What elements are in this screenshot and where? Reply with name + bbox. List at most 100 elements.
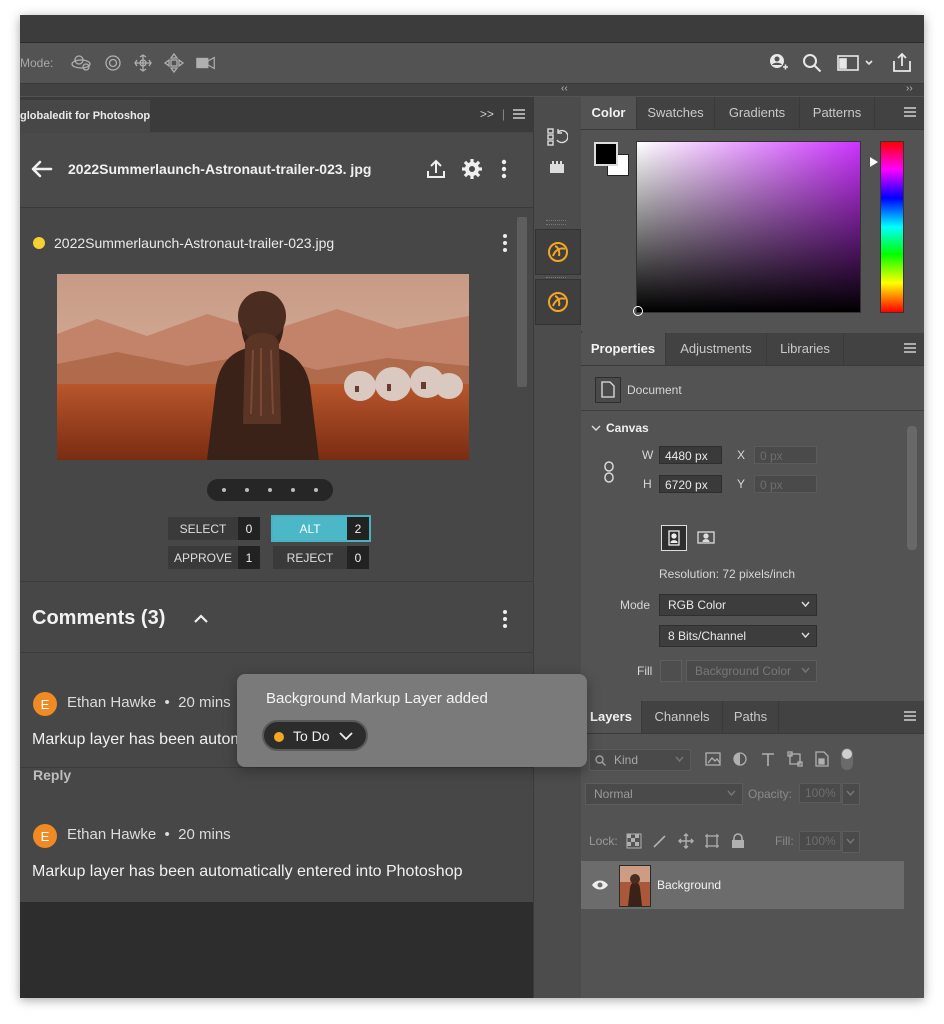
collapse-chevron-icon[interactable] xyxy=(193,611,209,627)
lock-artboard-icon[interactable] xyxy=(704,833,720,849)
width-field[interactable]: 4480 px xyxy=(659,446,722,464)
link-dimensions-icon[interactable] xyxy=(603,461,615,483)
layer-fill-dropdown[interactable] xyxy=(842,831,860,853)
filter-adjustment-icon[interactable] xyxy=(733,752,747,766)
tab-adjustments[interactable]: Adjustments xyxy=(666,333,767,365)
filter-smart-object-icon[interactable] xyxy=(815,751,829,767)
section-chevron-icon[interactable] xyxy=(591,424,601,432)
back-arrow-icon[interactable] xyxy=(30,157,54,181)
foreground-color-swatch[interactable] xyxy=(594,142,618,166)
opacity-field[interactable]: 100% xyxy=(799,783,841,803)
globaledit-dock-button[interactable] xyxy=(535,229,581,275)
panel-expand-icon[interactable]: >> xyxy=(480,107,494,121)
tab-patterns[interactable]: Patterns xyxy=(800,97,875,129)
panel-menu-icon[interactable] xyxy=(904,711,916,721)
landscape-orientation-button[interactable] xyxy=(693,525,719,551)
y-field[interactable]: 0 px xyxy=(754,475,817,493)
panel-collapse-strip: ‹‹ ›› xyxy=(20,83,924,96)
asset-more-icon[interactable] xyxy=(498,231,512,255)
filter-pixel-icon[interactable] xyxy=(705,752,721,766)
vote-approve-button[interactable]: APPROVE 1 xyxy=(168,546,260,569)
comments-more-icon[interactable] xyxy=(498,608,512,630)
tab-globaledit[interactable]: globaledit for Photoshop xyxy=(20,100,150,132)
filter-type-icon[interactable] xyxy=(760,751,776,767)
tab-layers[interactable]: Layers xyxy=(581,701,642,733)
fill-swatch[interactable] xyxy=(660,660,682,682)
roll-3d-icon[interactable] xyxy=(102,52,124,74)
image-pager[interactable] xyxy=(207,479,333,501)
panel-menu-icon[interactable] xyxy=(904,107,916,117)
bit-depth-select[interactable]: 8 Bits/Channel xyxy=(659,625,817,647)
hue-slider-marker[interactable] xyxy=(870,157,878,167)
gear-icon[interactable] xyxy=(460,157,484,181)
panel-menu-icon[interactable] xyxy=(513,109,525,119)
globaledit-dock-button-2[interactable] xyxy=(535,279,581,325)
vote-alt-button[interactable]: ALT 2 xyxy=(271,515,371,542)
lock-position-icon[interactable] xyxy=(678,833,694,849)
status-dropdown[interactable]: To Do xyxy=(262,720,368,751)
pan-3d-icon[interactable] xyxy=(132,52,154,74)
more-options-icon[interactable] xyxy=(492,157,516,181)
pager-dot[interactable] xyxy=(222,488,226,492)
pager-dot[interactable] xyxy=(245,488,249,492)
properties-scrollbar[interactable] xyxy=(907,426,917,550)
color-panel: Color Swatches Gradients Patterns xyxy=(581,97,924,331)
search-icon[interactable] xyxy=(800,51,824,75)
user-search-icon[interactable] xyxy=(766,51,790,75)
asset-thumbnail[interactable] xyxy=(57,274,469,460)
lock-transparent-icon[interactable] xyxy=(626,833,642,849)
pager-dot[interactable] xyxy=(291,488,295,492)
layer-thumbnail xyxy=(619,865,651,907)
color-mode-select[interactable]: RGB Color xyxy=(659,594,817,616)
fill-select[interactable]: Background Color xyxy=(686,660,817,682)
asset-scrollbar[interactable] xyxy=(517,217,527,387)
share-icon[interactable] xyxy=(890,51,914,75)
lock-pixels-icon[interactable] xyxy=(652,833,668,849)
opacity-dropdown[interactable] xyxy=(842,783,860,805)
tab-swatches[interactable]: Swatches xyxy=(637,97,715,129)
avatar: E xyxy=(33,824,57,848)
vote-reject-button[interactable]: REJECT 0 xyxy=(273,546,369,569)
height-field[interactable]: 6720 px xyxy=(659,475,722,493)
tab-gradients[interactable]: Gradients xyxy=(715,97,800,129)
upload-icon[interactable] xyxy=(424,157,448,181)
reply-link[interactable]: Reply xyxy=(33,767,71,783)
filter-kind-select[interactable]: Kind xyxy=(589,749,691,771)
tab-paths[interactable]: Paths xyxy=(723,701,779,733)
pager-dot[interactable] xyxy=(314,488,318,492)
tab-channels[interactable]: Channels xyxy=(642,701,723,733)
color-picker-cursor[interactable] xyxy=(633,306,643,316)
filter-shape-icon[interactable] xyxy=(787,751,803,767)
dock-grip[interactable] xyxy=(546,220,566,225)
hue-slider[interactable] xyxy=(880,141,904,313)
color-field[interactable] xyxy=(633,141,861,316)
blend-mode-select[interactable]: Normal xyxy=(585,783,743,805)
tab-libraries[interactable]: Libraries xyxy=(767,333,844,365)
workspace-icon[interactable] xyxy=(835,51,875,75)
expand-panels-icon[interactable]: ›› xyxy=(906,83,913,94)
history-icon[interactable] xyxy=(545,125,569,149)
lock-all-icon[interactable] xyxy=(731,833,745,849)
canvas-section-title[interactable]: Canvas xyxy=(606,421,649,435)
layer-row[interactable]: Background xyxy=(581,861,904,909)
x-field[interactable]: 0 px xyxy=(754,446,817,464)
tab-color[interactable]: Color xyxy=(581,97,637,129)
title-bar xyxy=(20,15,924,43)
pager-dot[interactable] xyxy=(268,488,272,492)
status-dot xyxy=(274,732,284,742)
layer-fill-field[interactable]: 100% xyxy=(799,831,841,851)
visibility-eye-icon[interactable] xyxy=(591,879,609,891)
camera-3d-icon[interactable] xyxy=(195,52,217,74)
artboard-icon[interactable] xyxy=(545,155,569,179)
portrait-orientation-button[interactable] xyxy=(661,525,687,551)
vote-select-button[interactable]: SELECT 0 xyxy=(168,517,260,540)
collapse-panels-icon[interactable]: ‹‹ xyxy=(561,83,568,94)
filter-toggle[interactable] xyxy=(841,748,853,770)
tab-properties[interactable]: Properties xyxy=(581,333,666,365)
slide-3d-icon[interactable] xyxy=(163,52,185,74)
fill-label: Fill: xyxy=(775,834,794,848)
document-label: Document xyxy=(627,383,682,397)
orbit-3d-icon[interactable] xyxy=(70,52,92,74)
panel-menu-icon[interactable] xyxy=(904,343,916,353)
layer-name[interactable]: Background xyxy=(657,878,721,892)
